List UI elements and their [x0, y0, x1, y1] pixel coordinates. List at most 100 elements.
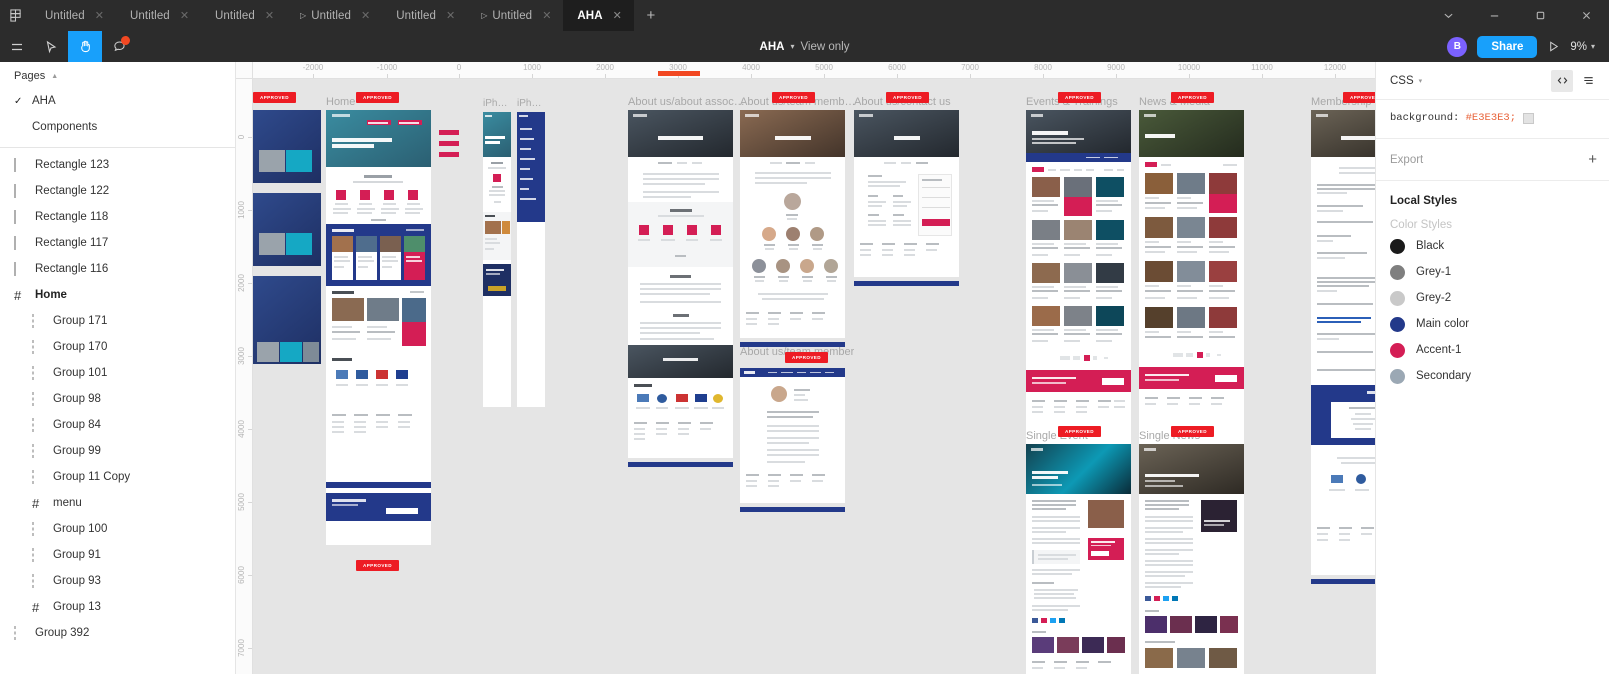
frame-events-trainings[interactable]: APPROVED Events & Trainings — [1026, 92, 1131, 464]
tab-aha[interactable]: AHA ✕ — [563, 0, 634, 31]
frame-membership[interactable]: APPROVED Membership-r… — [1311, 92, 1375, 584]
close-icon[interactable] — [1563, 0, 1609, 31]
layer-group-13-frame[interactable]: # Group 13 — [0, 594, 235, 620]
layer-label: menu — [53, 497, 82, 509]
color-swatch[interactable] — [1523, 112, 1535, 124]
layer-group-170[interactable]: Group 170 — [0, 334, 235, 360]
frame-label[interactable]: About us/about assoc… — [628, 96, 745, 108]
figma-logo-icon[interactable] — [0, 0, 31, 31]
layer-group-99[interactable]: Group 99 — [0, 438, 235, 464]
close-icon[interactable]: ✕ — [95, 9, 104, 22]
share-button[interactable]: Share — [1477, 35, 1538, 58]
pages-header[interactable]: Pages ▲ — [0, 62, 235, 88]
frame-contact-us[interactable]: APPROVED About us/contact us — [854, 92, 959, 286]
color-style-accent-1[interactable]: Accent-1 — [1376, 337, 1609, 363]
layer-menu-frame[interactable]: # menu — [0, 490, 235, 516]
color-swatch[interactable] — [1390, 368, 1405, 384]
layer-group-93[interactable]: Group 93 — [0, 568, 235, 594]
layer-group-392[interactable]: Group 392 — [0, 620, 235, 646]
layer-group-91[interactable]: Group 91 — [0, 542, 235, 568]
zoom-control[interactable]: 9% ▾ — [1570, 41, 1595, 53]
color-swatch[interactable] — [1390, 316, 1405, 332]
close-icon[interactable]: ✕ — [542, 9, 551, 22]
frame-label[interactable]: iPh… — [483, 98, 507, 109]
layer-group-101[interactable]: Group 101 — [0, 360, 235, 386]
css-label[interactable]: CSS — [1390, 75, 1414, 87]
color-swatch[interactable] — [1390, 238, 1405, 254]
frame-about-association[interactable]: About us/about assoc… — [628, 96, 745, 467]
add-export-button[interactable]: + — [1588, 151, 1597, 168]
move-cursor-icon[interactable] — [34, 31, 68, 62]
page-item-aha[interactable]: ✓ AHA — [0, 88, 235, 114]
close-icon[interactable]: ✕ — [613, 9, 622, 22]
layer-rectangle-118[interactable]: Rectangle 118 — [0, 204, 235, 230]
frame-label[interactable]: iPh… — [517, 98, 541, 109]
tab-label: Untitled — [130, 9, 170, 22]
ruler-tick: 0 — [456, 63, 462, 72]
color-style-main-color[interactable]: Main color — [1376, 311, 1609, 337]
document-title[interactable]: AHA — [760, 41, 785, 53]
layer-label: Group 98 — [53, 393, 101, 405]
color-style-black[interactable]: Black — [1376, 233, 1609, 259]
design-canvas[interactable]: APPROVED APPROVED Home APPROVED iPh… iPh… — [236, 62, 1375, 674]
chevron-down-icon[interactable]: ▾ — [790, 42, 794, 51]
layer-group-171[interactable]: Group 171 — [0, 308, 235, 334]
chevron-down-icon[interactable]: ▾ — [1419, 77, 1423, 85]
color-style-grey-2[interactable]: Grey-2 — [1376, 285, 1609, 311]
css-value[interactable]: #E3E3E3; — [1466, 112, 1516, 124]
rectangle-icon — [14, 261, 27, 276]
close-icon[interactable]: ✕ — [180, 9, 189, 22]
ruler-corner — [236, 62, 253, 79]
maximize-icon[interactable] — [1517, 0, 1563, 31]
frame-single-team-member[interactable]: About us/team member APPROVED — [740, 346, 854, 512]
frame-iphone-1[interactable]: iPh… — [483, 98, 511, 407]
layer-label: Group 170 — [53, 341, 108, 353]
close-icon[interactable]: ✕ — [265, 9, 274, 22]
color-swatch[interactable] — [1390, 264, 1405, 280]
color-style-secondary[interactable]: Secondary — [1376, 363, 1609, 389]
notification-badge — [121, 36, 130, 45]
layer-group-98[interactable]: Group 98 — [0, 386, 235, 412]
tab-untitled-2[interactable]: Untitled ✕ — [116, 0, 201, 31]
chevron-down-icon[interactable] — [1425, 0, 1471, 31]
layer-group-11-copy[interactable]: Group 11 Copy — [0, 464, 235, 490]
layer-home-frame[interactable]: # Home — [0, 282, 235, 308]
frame-single-news[interactable]: APPROVED Single News — [1139, 426, 1244, 674]
hamburger-menu-icon[interactable] — [0, 31, 34, 62]
layer-rectangle-122[interactable]: Rectangle 122 — [0, 178, 235, 204]
frame-home[interactable]: APPROVED Home APPROVED — [326, 92, 431, 571]
minimize-icon[interactable] — [1471, 0, 1517, 31]
hand-tool-icon[interactable] — [68, 31, 102, 62]
frame-single-event[interactable]: APPROVED Single Event — [1026, 426, 1131, 674]
comment-icon[interactable] — [102, 31, 136, 62]
tab-untitled-3[interactable]: Untitled ✕ — [201, 0, 286, 31]
frame-untitled-left[interactable]: APPROVED — [253, 92, 321, 364]
layer-group-84[interactable]: Group 84 — [0, 412, 235, 438]
color-style-grey-1[interactable]: Grey-1 — [1376, 259, 1609, 285]
code-brackets-icon[interactable] — [1551, 69, 1573, 92]
present-play-icon[interactable] — [1547, 40, 1560, 53]
frame-news-media[interactable]: APPROVED News & Media — [1139, 92, 1244, 464]
ruler-tick: 11000 — [1251, 63, 1273, 72]
layer-rectangle-123[interactable]: Rectangle 123 — [0, 152, 235, 178]
list-lines-icon[interactable] — [1577, 70, 1599, 92]
layer-rectangle-117[interactable]: Rectangle 117 — [0, 230, 235, 256]
close-icon[interactable]: ✕ — [361, 9, 370, 22]
tab-untitled-6-prototype[interactable]: ▷ Untitled ✕ — [467, 0, 563, 31]
color-swatch[interactable] — [1390, 342, 1405, 358]
tab-untitled-5[interactable]: Untitled ✕ — [382, 0, 467, 31]
frame-iphone-2[interactable]: iPh… — [517, 98, 545, 407]
color-style-label: Grey-1 — [1416, 266, 1452, 278]
close-icon[interactable]: ✕ — [446, 9, 455, 22]
layer-rectangle-116[interactable]: Rectangle 116 — [0, 256, 235, 282]
new-tab-button[interactable]: + — [634, 0, 668, 31]
page-item-components[interactable]: Components — [0, 114, 235, 140]
tab-untitled-1[interactable]: Untitled ✕ — [31, 0, 116, 31]
layer-group-100[interactable]: Group 100 — [0, 516, 235, 542]
tab-untitled-4-prototype[interactable]: ▷ Untitled ✕ — [286, 0, 382, 31]
avatar[interactable]: B — [1447, 36, 1468, 57]
color-swatch[interactable] — [1390, 290, 1405, 306]
frame-thumbnail — [517, 112, 545, 407]
frame-label[interactable]: Home — [326, 96, 355, 108]
frame-team-members[interactable]: APPROVED About us/team memb… — [740, 92, 856, 347]
